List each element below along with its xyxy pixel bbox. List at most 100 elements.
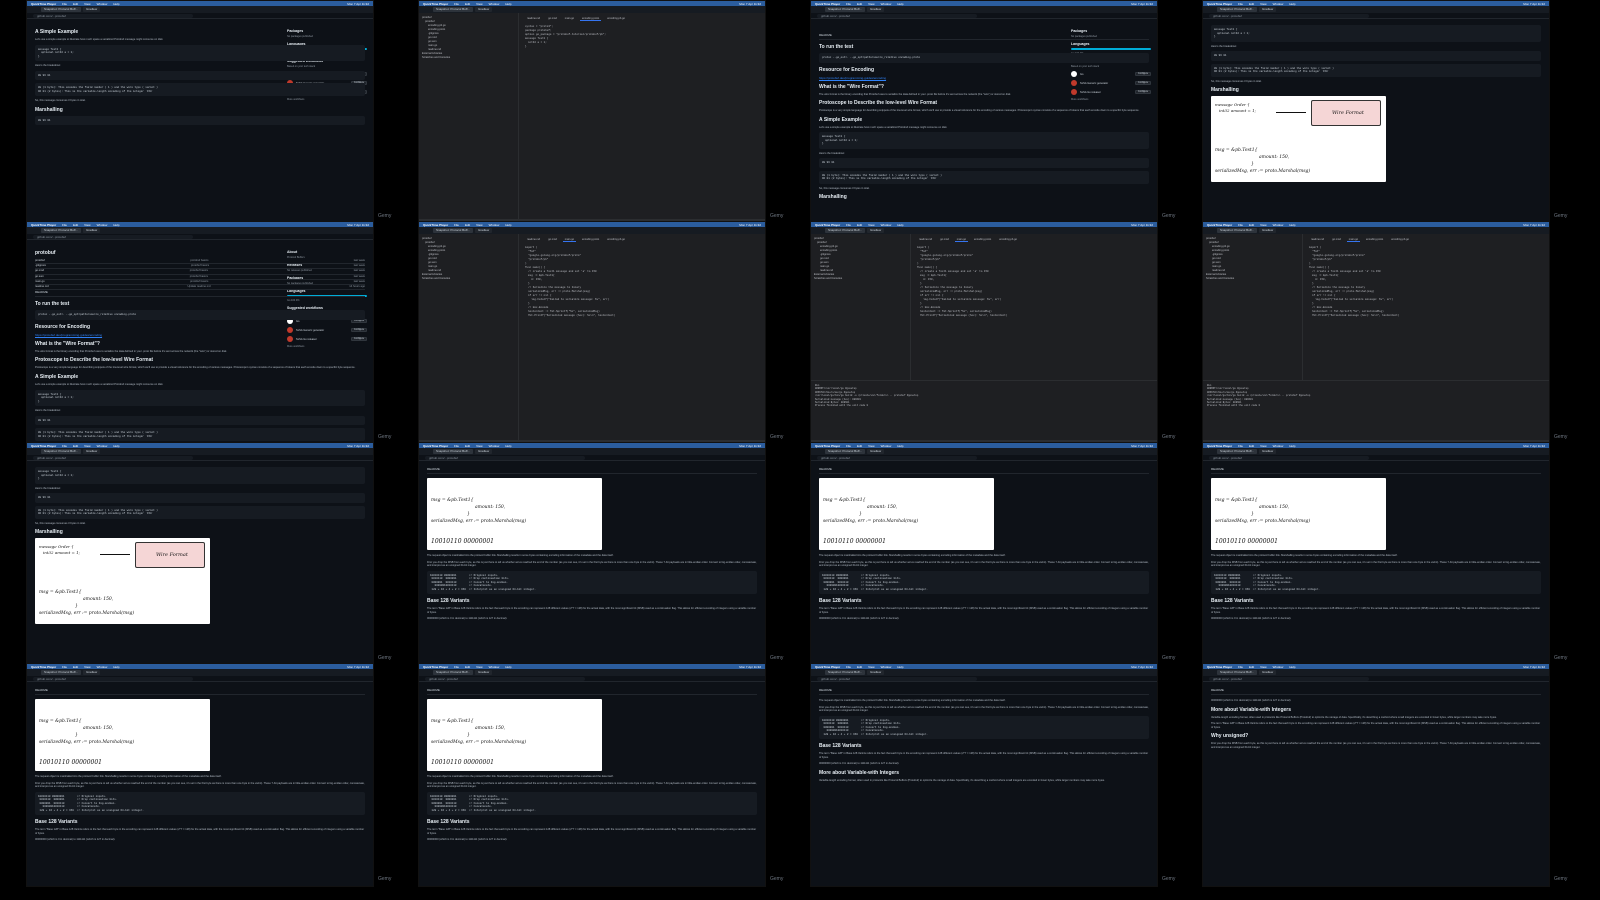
menu-item[interactable]: Edit <box>73 665 78 669</box>
url-input[interactable]: github.com/...protobuf <box>33 676 193 681</box>
menu-item[interactable]: View <box>868 444 874 448</box>
browser-tab[interactable]: Gradlew <box>474 449 493 454</box>
menu-item[interactable]: View <box>868 223 874 227</box>
menu-item[interactable]: File <box>454 665 459 669</box>
menu-item[interactable]: View <box>84 2 90 6</box>
editor-tab[interactable]: encoding.proto <box>580 238 601 242</box>
menu-app-name[interactable]: QuickTime Player <box>815 665 840 669</box>
menu-item[interactable]: Edit <box>465 2 470 6</box>
menu-item[interactable]: File <box>1238 444 1243 448</box>
file-name[interactable]: protobuf <box>35 259 45 263</box>
menu-app-name[interactable]: QuickTime Player <box>31 444 56 448</box>
browser-tab[interactable]: Gradlew <box>82 7 101 12</box>
menu-app-name[interactable]: QuickTime Player <box>815 223 840 227</box>
menu-item[interactable]: Edit <box>857 223 862 227</box>
menu-item[interactable]: Window <box>489 2 500 6</box>
browser-tab[interactable]: Snapshot: Protocol Buff... <box>1217 670 1257 675</box>
url-input[interactable]: github.com/...protobuf <box>817 13 977 18</box>
menu-item[interactable]: Edit <box>73 2 78 6</box>
menu-item[interactable]: File <box>62 2 67 6</box>
browser-tab[interactable]: Snapshot: Protocol Buff... <box>41 449 81 454</box>
menu-item[interactable]: View <box>476 2 482 6</box>
browser-tab[interactable]: Gradlew <box>866 670 885 675</box>
menu-item[interactable]: Window <box>881 665 892 669</box>
menu-item[interactable]: File <box>846 665 851 669</box>
editor-tab[interactable]: main.go <box>954 238 969 242</box>
browser-tab[interactable]: Snapshot: Protocol Buff... <box>433 7 473 12</box>
editor-tab[interactable]: encoding.proto <box>972 238 993 242</box>
file-name[interactable]: main.go <box>35 280 45 284</box>
menu-item[interactable]: Window <box>97 665 108 669</box>
resource-link[interactable]: https://protobuf.dev/programming-guides/… <box>35 333 365 337</box>
url-input[interactable]: github.com/...protobuf <box>33 234 193 239</box>
menu-item[interactable]: View <box>476 444 482 448</box>
menu-item[interactable]: Window <box>97 223 108 227</box>
browser-tab[interactable]: Snapshot: Protocol Buff... <box>1217 449 1257 454</box>
menu-app-name[interactable]: QuickTime Player <box>423 665 448 669</box>
menu-item[interactable]: Help <box>113 2 119 6</box>
menu-item[interactable]: Help <box>1289 223 1295 227</box>
menu-item[interactable]: File <box>62 444 67 448</box>
menu-app-name[interactable]: QuickTime Player <box>1207 665 1232 669</box>
menu-item[interactable]: Help <box>505 444 511 448</box>
editor-tab[interactable]: encoding.pb.go <box>605 238 627 242</box>
editor-tab[interactable]: encoding.pb.go <box>1389 238 1411 242</box>
menu-item[interactable]: Help <box>897 2 903 6</box>
menu-item[interactable]: Edit <box>465 223 470 227</box>
menu-item[interactable]: File <box>846 444 851 448</box>
code-line[interactable]: } <box>525 45 751 49</box>
file-name[interactable]: .gitignore <box>35 264 46 268</box>
menu-app-name[interactable]: QuickTime Player <box>31 223 56 227</box>
browser-tab[interactable]: Snapshot: Protocol Buff... <box>41 7 81 12</box>
menu-item[interactable]: Window <box>489 444 500 448</box>
editor-tab[interactable]: readme.md <box>525 238 542 242</box>
browser-tab[interactable]: Gradlew <box>866 449 885 454</box>
browser-tab[interactable]: Snapshot: Protocol Buff... <box>825 228 865 233</box>
browser-tab[interactable]: Snapshot: Protocol Buff... <box>41 670 81 675</box>
browser-tab[interactable]: Snapshot: Protocol Buff... <box>1217 228 1257 233</box>
menu-item[interactable]: Edit <box>465 665 470 669</box>
browser-tab[interactable]: Snapshot: Protocol Buff... <box>433 449 473 454</box>
menu-item[interactable]: Help <box>113 444 119 448</box>
file-name[interactable]: readme.md <box>35 285 49 289</box>
editor-tab[interactable]: go.mod <box>546 17 559 21</box>
menu-app-name[interactable]: QuickTime Player <box>815 444 840 448</box>
resource-link[interactable]: https://protobuf.dev/programming-guides/… <box>819 76 1149 80</box>
editor-tab[interactable]: go.mod <box>1330 238 1343 242</box>
editor-tab[interactable]: main.go <box>563 17 576 21</box>
menu-item[interactable]: File <box>846 2 851 6</box>
menu-item[interactable]: Edit <box>1249 223 1254 227</box>
menu-item[interactable]: Window <box>489 223 500 227</box>
browser-tab[interactable]: Gradlew <box>1258 228 1277 233</box>
code-line[interactable]: fmt.Printf("Serialized message (hex): %s… <box>917 314 1143 318</box>
editor-tab[interactable]: go.mod <box>546 238 559 242</box>
browser-tab[interactable]: Gradlew <box>82 228 101 233</box>
menu-app-name[interactable]: QuickTime Player <box>31 665 56 669</box>
tree-item[interactable]: Scratches and Consoles <box>814 277 907 281</box>
menu-item[interactable]: Window <box>881 2 892 6</box>
browser-tab[interactable]: Snapshot: Protocol Buff... <box>41 228 81 233</box>
menu-item[interactable]: Edit <box>73 444 78 448</box>
url-input[interactable]: github.com/...protobuf <box>1209 13 1369 18</box>
menu-item[interactable]: File <box>1238 2 1243 6</box>
editor-tab[interactable]: encoding.pb.go <box>997 238 1019 242</box>
url-input[interactable]: github.com/...protobuf <box>817 455 977 460</box>
file-name[interactable]: go.mod <box>35 269 44 273</box>
editor-tab[interactable]: main.go <box>1346 238 1361 242</box>
menu-app-name[interactable]: QuickTime Player <box>31 2 56 6</box>
file-name[interactable]: go.sum <box>35 275 44 279</box>
menu-item[interactable]: Edit <box>73 223 78 227</box>
menu-item[interactable]: Edit <box>1249 665 1254 669</box>
browser-tab[interactable]: Snapshot: Protocol Buff... <box>825 670 865 675</box>
menu-app-name[interactable]: QuickTime Player <box>815 2 840 6</box>
browser-tab[interactable]: Snapshot: Protocol Buff... <box>825 7 865 12</box>
menu-item[interactable]: View <box>476 665 482 669</box>
menu-app-name[interactable]: QuickTime Player <box>423 444 448 448</box>
menu-item[interactable]: Help <box>1289 665 1295 669</box>
menu-item[interactable]: Edit <box>857 665 862 669</box>
menu-item[interactable]: Window <box>881 223 892 227</box>
menu-item[interactable]: Help <box>113 665 119 669</box>
menu-item[interactable]: File <box>846 223 851 227</box>
browser-tab[interactable]: Gradlew <box>474 228 493 233</box>
menu-item[interactable]: Edit <box>857 444 862 448</box>
